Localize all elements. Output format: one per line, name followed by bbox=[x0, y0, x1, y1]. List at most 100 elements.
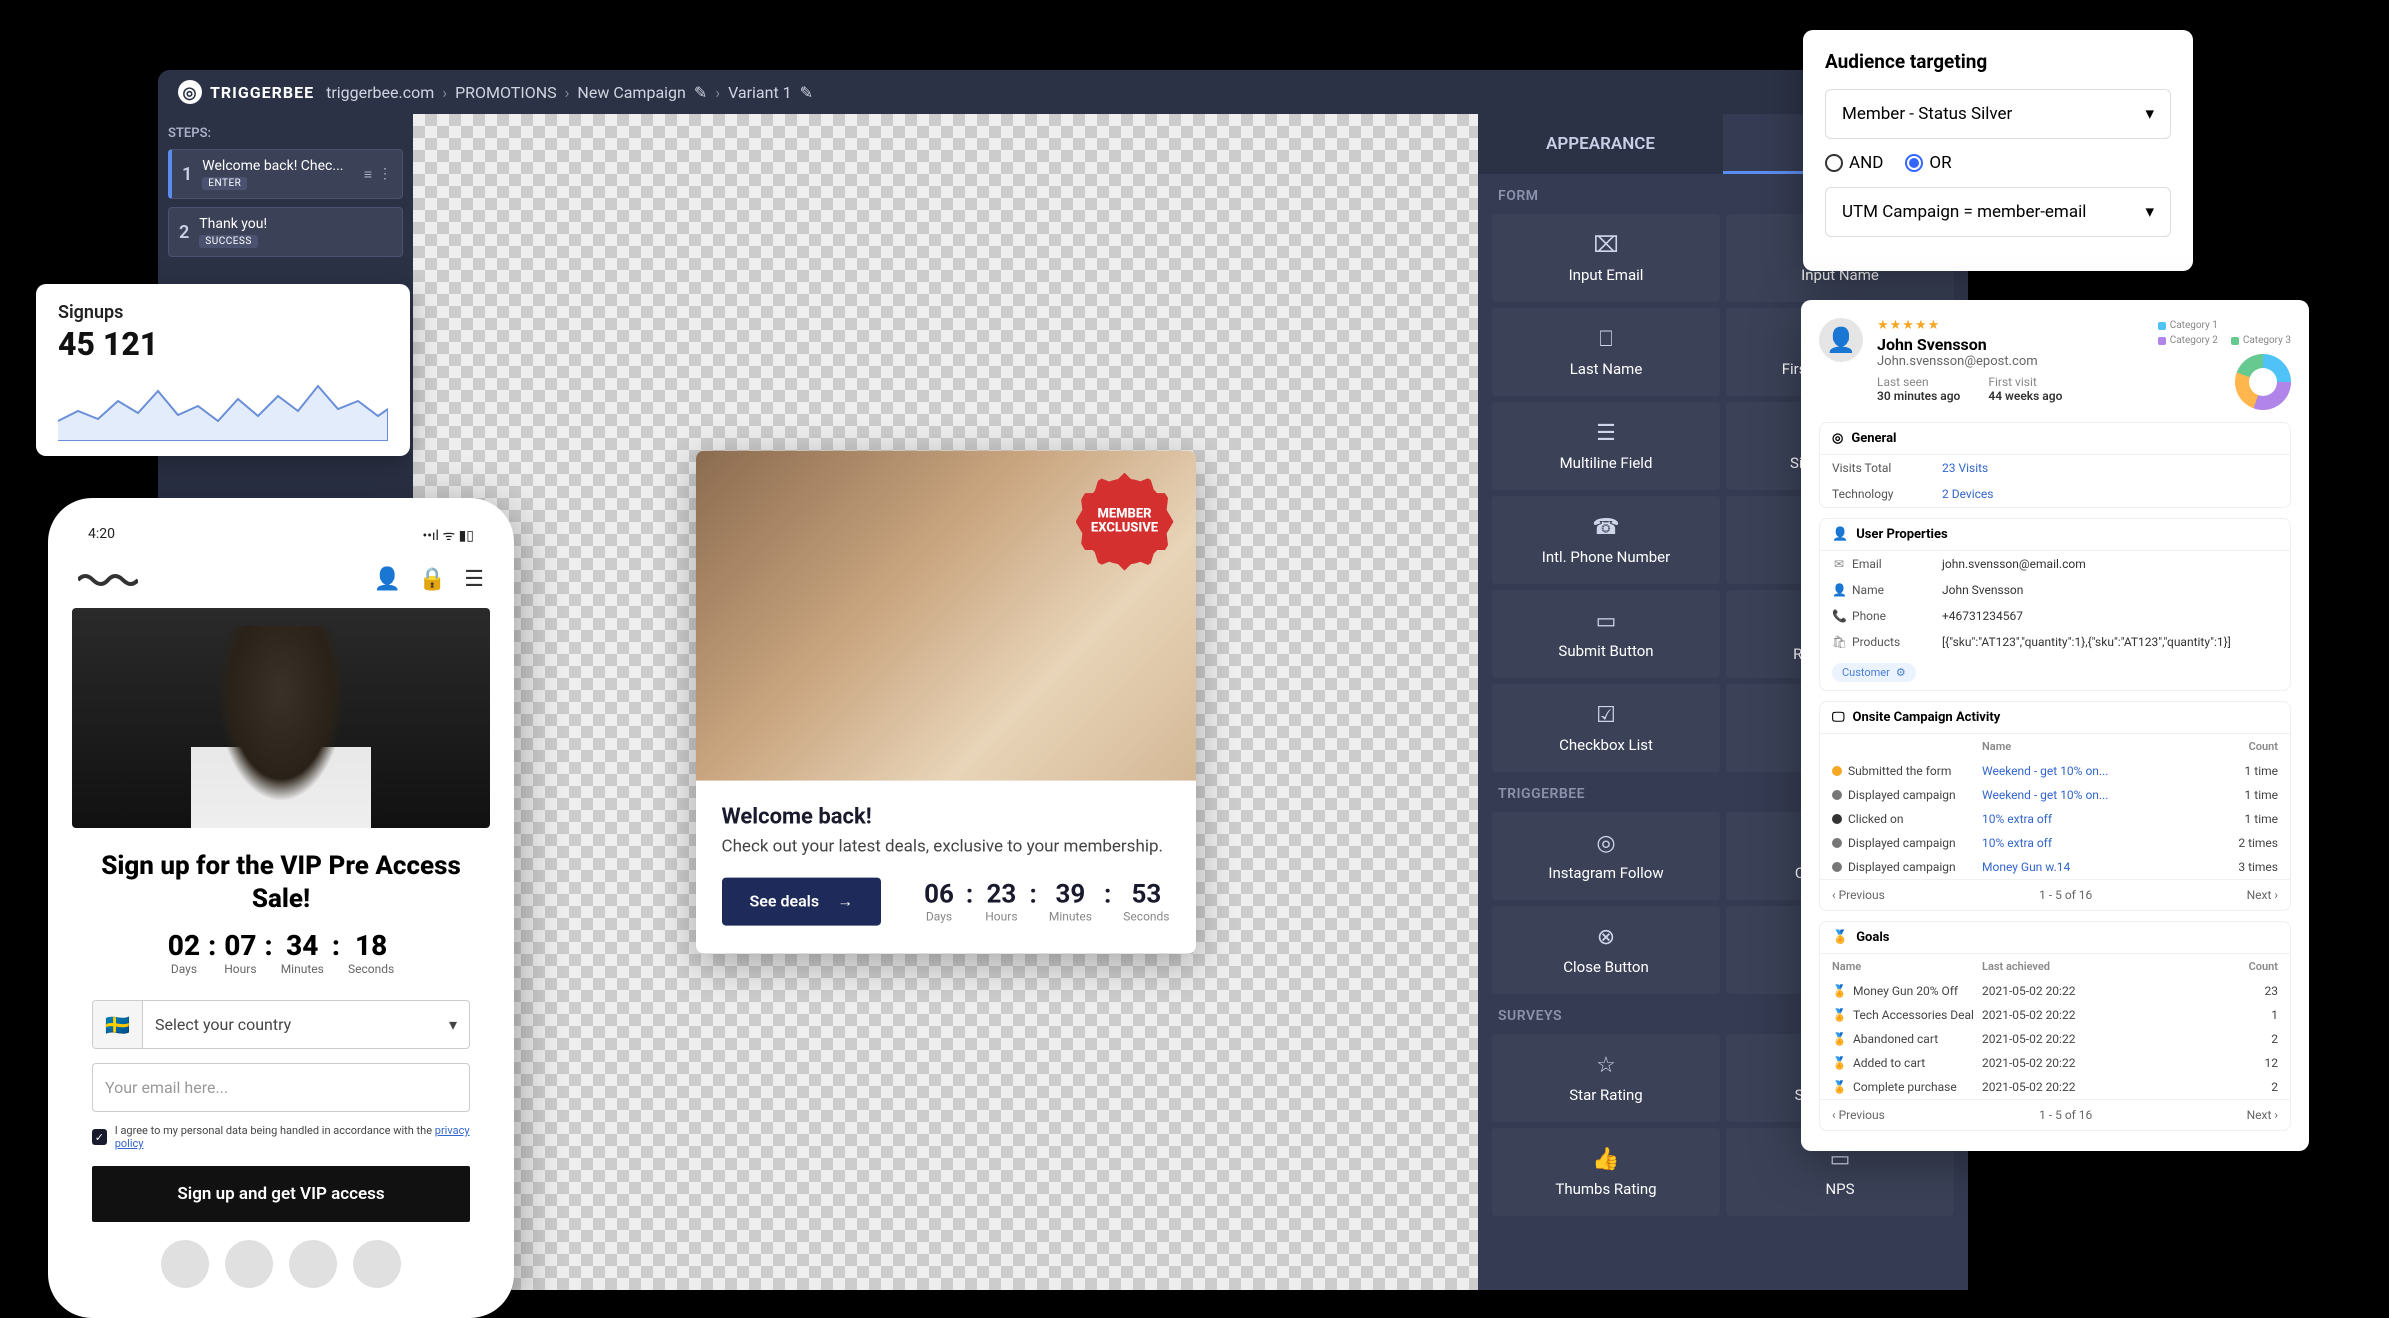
dot[interactable] bbox=[289, 1240, 337, 1288]
activity-row: Displayed campaignMoney Gun w.143 times bbox=[1820, 855, 2290, 879]
brand-logo: ◎ TRIGGERBEE bbox=[178, 80, 314, 104]
goal-row: 🏅Complete purchase2021-05-02 20:222 bbox=[1820, 1075, 2290, 1099]
campaign-popup[interactable]: MEMBER EXCLUSIVE Welcome back! Check out… bbox=[696, 451, 1196, 954]
tile-icon: ☰ bbox=[1596, 421, 1616, 446]
next-button[interactable]: Next › bbox=[2247, 1108, 2278, 1122]
activity-row: Clicked on10% extra off1 time bbox=[1820, 807, 2290, 831]
edit-icon[interactable]: ✎ bbox=[694, 83, 707, 102]
goal-row: 🏅Money Gun 20% Off2021-05-02 20:2223 bbox=[1820, 979, 2290, 1003]
property-row: 📞Phone+46731234567 bbox=[1820, 603, 2290, 629]
tile-icon: ▭ bbox=[1596, 609, 1617, 634]
radio-or[interactable]: OR bbox=[1905, 153, 1951, 173]
targeting-rule-1[interactable]: Member - Status Silver▾ bbox=[1825, 89, 2171, 139]
activity-row: Submitted the formWeekend - get 10% on..… bbox=[1820, 759, 2290, 783]
tile-icon: 👍 bbox=[1592, 1147, 1619, 1172]
monitor-icon: 🖵 bbox=[1832, 710, 1845, 725]
property-row: ✉Emailjohn.svensson@email.com bbox=[1820, 551, 2290, 577]
tile-star-rating[interactable]: ☆Star Rating bbox=[1492, 1034, 1720, 1122]
popup-hero-image: MEMBER EXCLUSIVE bbox=[696, 451, 1196, 781]
crumb-domain[interactable]: triggerbee.com bbox=[326, 83, 434, 102]
see-deals-button[interactable]: See deals→ bbox=[722, 877, 882, 925]
tile-input-email[interactable]: ⌧Input Email bbox=[1492, 214, 1720, 302]
steps-label: STEPS: bbox=[168, 126, 403, 141]
prev-button[interactable]: ‹ Previous bbox=[1832, 888, 1885, 902]
crumb-campaign[interactable]: New Campaign bbox=[577, 83, 685, 102]
tile-instagram-follow[interactable]: ◎Instagram Follow bbox=[1492, 812, 1720, 900]
edit-icon[interactable]: ✎ bbox=[800, 83, 813, 102]
property-row: 🛍Products[{"sku":"AT123","quantity":1},{… bbox=[1820, 629, 2290, 655]
consent-row: ✓ I agree to my personal data being hand… bbox=[92, 1124, 470, 1150]
tile-checkbox-list[interactable]: ☑Checkbox List bbox=[1492, 684, 1720, 772]
hamburger-icon[interactable]: ☰ bbox=[464, 567, 484, 592]
step-tag: SUCCESS bbox=[199, 235, 258, 248]
profile-name: John Svensson bbox=[1877, 335, 2144, 354]
phone-status-icons: ••ıl ᯤ ▮▯ bbox=[423, 526, 474, 545]
drag-icon[interactable]: ≡ bbox=[364, 166, 372, 183]
prev-button[interactable]: ‹ Previous bbox=[1832, 1108, 1885, 1122]
step-1[interactable]: 1 Welcome back! Chec... ENTER ≡⋮ bbox=[168, 149, 403, 199]
dot[interactable] bbox=[353, 1240, 401, 1288]
store-logo-icon bbox=[78, 572, 138, 588]
next-button[interactable]: Next › bbox=[2247, 888, 2278, 902]
customer-tag[interactable]: Customer⚙ bbox=[1832, 663, 1916, 682]
tile-multiline-field[interactable]: ☰Multiline Field bbox=[1492, 402, 1720, 490]
step-title: Welcome back! Chec... bbox=[202, 158, 354, 174]
goal-row: 🏅Abandoned cart2021-05-02 20:222 bbox=[1820, 1027, 2290, 1051]
phone-status-bar: 4:20 ••ıl ᯤ ▮▯ bbox=[72, 526, 490, 559]
general-card: ◎General Visits Total23 VisitsTechnology… bbox=[1819, 422, 2291, 508]
editor-canvas[interactable]: MEMBER EXCLUSIVE Welcome back! Check out… bbox=[413, 114, 1478, 1290]
consent-checkbox[interactable]: ✓ bbox=[92, 1129, 107, 1145]
audience-targeting-card: Audience targeting Member - Status Silve… bbox=[1803, 30, 2193, 271]
tab-appearance[interactable]: APPEARANCE bbox=[1478, 114, 1723, 174]
step-number: 2 bbox=[179, 222, 189, 243]
email-input[interactable]: Your email here... bbox=[92, 1063, 470, 1112]
step-tag: ENTER bbox=[202, 177, 247, 190]
goal-row: 🏅Added to cart2021-05-02 20:2212 bbox=[1820, 1051, 2290, 1075]
country-placeholder: Select your country bbox=[155, 1015, 291, 1034]
phone-mockup: 4:20 ••ıl ᯤ ▮▯ 👤 🔒 ☰ Sign up for the VIP… bbox=[48, 498, 514, 1318]
chevron-down-icon: ▾ bbox=[2145, 104, 2154, 124]
tile-thumbs-rating[interactable]: 👍Thumbs Rating bbox=[1492, 1128, 1720, 1216]
user-icon[interactable]: 👤 bbox=[373, 567, 400, 592]
activity-row: Displayed campaign10% extra off2 times bbox=[1820, 831, 2290, 855]
campaign-activity-card: 🖵Onsite Campaign Activity NameCount Subm… bbox=[1819, 701, 2291, 911]
crumb-promotions[interactable]: PROMOTIONS bbox=[455, 83, 557, 102]
signups-sparkline bbox=[58, 371, 388, 441]
steps-panel: STEPS: 1 Welcome back! Chec... ENTER ≡⋮ … bbox=[158, 114, 413, 277]
editor-topbar: ◎ TRIGGERBEE triggerbee.com› PROMOTIONS›… bbox=[158, 70, 1968, 114]
carousel-dots bbox=[72, 1240, 490, 1288]
tile-icon: ☆ bbox=[1596, 1053, 1616, 1078]
step-2[interactable]: 2 Thank you! SUCCESS bbox=[168, 207, 403, 257]
member-exclusive-badge: MEMBER EXCLUSIVE bbox=[1082, 479, 1168, 565]
user-icon: 👤 bbox=[1832, 527, 1848, 542]
signup-cta-button[interactable]: Sign up and get VIP access bbox=[92, 1166, 470, 1222]
signups-value: 45 121 bbox=[58, 325, 388, 363]
gear-icon: ⚙ bbox=[1896, 666, 1906, 679]
targeting-rule-2[interactable]: UTM Campaign = member-email▾ bbox=[1825, 187, 2171, 237]
popup-text: Check out your latest deals, exclusive t… bbox=[722, 836, 1170, 860]
phone-heading: Sign up for the VIP Pre Access Sale! bbox=[92, 850, 470, 915]
radio-and[interactable]: AND bbox=[1825, 153, 1883, 173]
chart-legend: Category 1 Category 2 Category 3 bbox=[2158, 318, 2291, 348]
crumb-variant[interactable]: Variant 1 bbox=[728, 83, 792, 102]
tile-last-name[interactable]: ⎕Last Name bbox=[1492, 308, 1720, 396]
dot[interactable] bbox=[225, 1240, 273, 1288]
chevron-down-icon: ▾ bbox=[2145, 202, 2154, 222]
brand-mark-icon: ◎ bbox=[178, 80, 202, 104]
profile-card: 👤 ★★★★★ John Svensson John.svensson@epos… bbox=[1801, 300, 2309, 1151]
activity-row: Displayed campaignWeekend - get 10% on..… bbox=[1820, 783, 2290, 807]
target-icon: ◎ bbox=[1832, 431, 1843, 446]
tile-submit-button[interactable]: ▭Submit Button bbox=[1492, 590, 1720, 678]
tile-close-button[interactable]: ⊗Close Button bbox=[1492, 906, 1720, 994]
ribbon-icon: 🏅 bbox=[1832, 930, 1848, 945]
phone-time: 4:20 bbox=[88, 526, 115, 545]
tile-icon: ⎕ bbox=[1599, 327, 1612, 352]
page-range: 1 - 5 of 16 bbox=[2039, 1108, 2092, 1122]
tile-icon: ⊗ bbox=[1597, 925, 1615, 950]
dot[interactable] bbox=[161, 1240, 209, 1288]
country-select[interactable]: 🇸🇪 Select your country▾ bbox=[92, 1000, 470, 1049]
profile-email: John.svensson@epost.com bbox=[1877, 354, 2144, 369]
kebab-icon[interactable]: ⋮ bbox=[378, 166, 392, 183]
lock-icon[interactable]: 🔒 bbox=[419, 567, 446, 592]
tile-intl-phone-number[interactable]: ☎Intl. Phone Number bbox=[1492, 496, 1720, 584]
